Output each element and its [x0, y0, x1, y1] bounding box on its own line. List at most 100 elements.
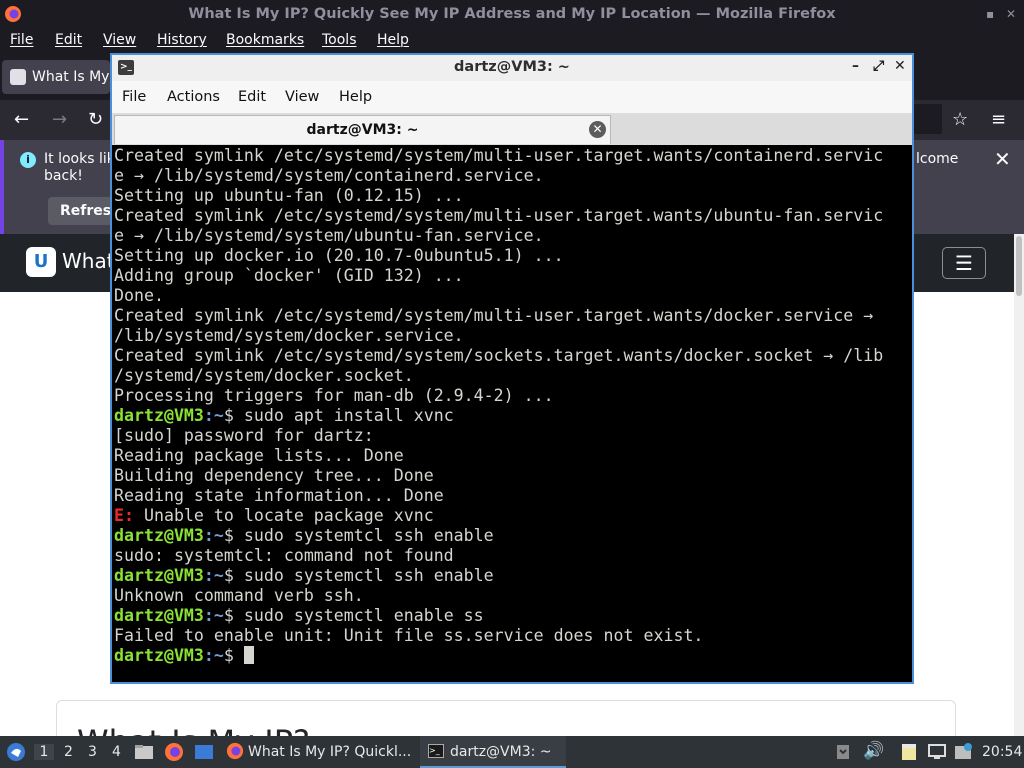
prompt-path: :~: [203, 646, 224, 665]
terminal-output[interactable]: Created symlink /etc/systemd/system/mult…: [112, 145, 912, 682]
workspace-4[interactable]: 4: [112, 744, 121, 760]
terminal-menu-view[interactable]: View: [285, 89, 319, 105]
terminal-menu-help[interactable]: Help: [339, 89, 372, 105]
command-text: $ sudo systemctl enable ss: [223, 606, 484, 625]
terminal-line: dartz@VM3:~$ sudo systemctl enable ss: [114, 606, 883, 626]
terminal-line: e → /lib/systemd/system/containerd.servi…: [114, 166, 544, 185]
notification-text-right: lcome: [916, 151, 959, 167]
site-logo-icon[interactable]: U: [26, 247, 56, 277]
page-scrollbar[interactable]: [1014, 234, 1024, 736]
taskbar: 1 2 3 4 What Is My IP? Quickl... >_ dart…: [0, 736, 1024, 768]
task-terminal[interactable]: >_ dartz@VM3: ~: [420, 736, 566, 768]
firefox-icon: [226, 742, 244, 760]
site-menu-toggle-button[interactable]: ☰: [942, 247, 986, 279]
menu-view[interactable]: View: [103, 32, 136, 48]
workspace-2[interactable]: 2: [64, 744, 73, 760]
error-tag: E:: [114, 506, 134, 525]
site-brand[interactable]: What: [62, 249, 115, 273]
text-cursor: [243, 646, 254, 664]
terminal-line: dartz@VM3:~$: [114, 646, 883, 666]
notification-text: It looks lik: [44, 151, 115, 167]
terminal-line: dartz@VM3:~$ sudo apt install xvnc: [114, 406, 883, 426]
menu-help[interactable]: Help: [377, 32, 409, 48]
terminal-line: Adding group `docker' (GID 132) ...: [114, 266, 464, 285]
tab-label: What Is My: [32, 69, 110, 85]
terminal-line: Created symlink /etc/systemd/system/mult…: [114, 206, 884, 225]
clock: 20:54: [982, 744, 1023, 760]
content-card: What Is My IP?: [56, 700, 956, 740]
terminal-line: Done.: [114, 286, 164, 305]
terminal-line: Created symlink /etc/systemd/system/mult…: [114, 146, 884, 165]
error-message: Unable to locate package xvnc: [133, 506, 434, 525]
command-text: $: [223, 646, 244, 665]
scrollbar-thumb[interactable]: [1016, 236, 1022, 296]
terminal-line: E: Unable to locate package xvnc: [114, 506, 883, 526]
info-icon: i: [20, 152, 36, 168]
workspace-1[interactable]: 1: [34, 744, 54, 760]
firefox-menubar: File Edit View History Bookmarks Tools H…: [0, 29, 1024, 53]
prompt-path: :~: [203, 606, 224, 625]
back-arrow-icon[interactable]: ←: [14, 109, 29, 130]
task-terminal-label: dartz@VM3: ~: [450, 744, 552, 760]
terminal-line: Reading package lists... Done: [114, 446, 404, 465]
menu-tools[interactable]: Tools: [322, 32, 357, 48]
close-notification-icon[interactable]: ✕: [994, 147, 1011, 171]
menu-bookmarks[interactable]: Bookmarks: [226, 32, 304, 48]
maximize-icon[interactable]: ⤢: [873, 58, 884, 74]
terminal-titlebar[interactable]: >_ dartz@VM3: ~ – ⤢ ✕: [112, 55, 912, 81]
terminal-menu-file[interactable]: File: [122, 89, 146, 105]
prompt-path: :~: [203, 406, 224, 425]
firefox-tab-whatismyip[interactable]: What Is My: [2, 60, 110, 94]
menu-history[interactable]: History: [157, 32, 207, 48]
notification-text-line2: back!: [44, 168, 83, 184]
minimize-icon[interactable]: –: [852, 58, 859, 74]
task-firefox[interactable]: What Is My IP? Quickl...: [222, 736, 418, 768]
update-notifier-icon[interactable]: [954, 743, 972, 761]
terminal-line: [sudo] password for dartz:: [114, 426, 374, 445]
url-bar-edge[interactable]: [912, 104, 942, 134]
terminal-window-title: dartz@VM3: ~: [454, 59, 570, 75]
terminal-line: e → /lib/systemd/system/ubuntu-fan.servi…: [114, 226, 544, 245]
prompt-user: dartz@VM3: [114, 606, 204, 625]
close-window-icon[interactable]: ✕: [1006, 7, 1016, 21]
command-text: $ sudo systemctl ssh enable: [223, 566, 494, 585]
command-text: $ sudo apt install xvnc: [223, 406, 454, 425]
terminal-text: Created symlink /etc/systemd/system/mult…: [114, 146, 883, 666]
close-tab-icon[interactable]: ✕: [589, 121, 606, 138]
terminal-line: Processing triggers for man-db (2.9.4-2)…: [114, 386, 554, 405]
file-manager-icon[interactable]: [134, 744, 154, 760]
command-text: $ sudo systemtcl ssh enable: [223, 526, 494, 545]
terminal-tab[interactable]: dartz@VM3: ~ ✕: [114, 115, 611, 144]
terminal-line: Reading state information... Done: [114, 486, 444, 505]
terminal-menu-actions[interactable]: Actions: [167, 89, 220, 105]
site-favicon-icon: [10, 69, 26, 85]
app-menu-icon[interactable]: [6, 742, 26, 762]
minimize-icon[interactable]: ▪: [986, 7, 994, 21]
workspace-3[interactable]: 3: [88, 744, 97, 760]
terminal-window: >_ dartz@VM3: ~ – ⤢ ✕ File Actions Edit …: [110, 53, 914, 684]
reload-icon[interactable]: ↻: [88, 109, 103, 130]
notes-icon[interactable]: [900, 742, 918, 762]
clipboard-icon[interactable]: [836, 744, 850, 760]
menu-edit[interactable]: Edit: [55, 32, 82, 48]
network-icon[interactable]: [928, 744, 946, 760]
terminal-line: Created symlink /etc/systemd/system/mult…: [114, 306, 874, 325]
terminal-menu-edit[interactable]: Edit: [238, 89, 266, 105]
terminal-line: dartz@VM3:~$ sudo systemctl ssh enable: [114, 566, 883, 586]
firefox-launcher-icon[interactable]: [164, 742, 184, 762]
hamburger-menu-icon[interactable]: ≡: [991, 109, 1006, 130]
terminal-line: /systemd/system/docker.socket.: [114, 366, 414, 385]
terminal-line: sudo: systemtcl: command not found: [114, 546, 454, 565]
menu-file[interactable]: File: [10, 32, 33, 48]
show-desktop-icon[interactable]: [194, 744, 214, 760]
bookmark-star-icon[interactable]: ☆: [952, 109, 968, 130]
terminal-line: Failed to enable unit: Unit file ss.serv…: [114, 626, 704, 645]
firefox-window-title: What Is My IP? Quickly See My IP Address…: [188, 6, 836, 22]
volume-icon[interactable]: 🔊: [863, 741, 884, 761]
terminal-line: dartz@VM3:~$ sudo systemtcl ssh enable: [114, 526, 883, 546]
terminal-icon: >_: [428, 744, 444, 758]
prompt-user: dartz@VM3: [114, 566, 204, 585]
close-icon[interactable]: ✕: [894, 58, 906, 74]
terminal-line: Setting up docker.io (20.10.7-0ubuntu5.1…: [114, 246, 564, 265]
forward-arrow-icon[interactable]: →: [52, 109, 67, 130]
